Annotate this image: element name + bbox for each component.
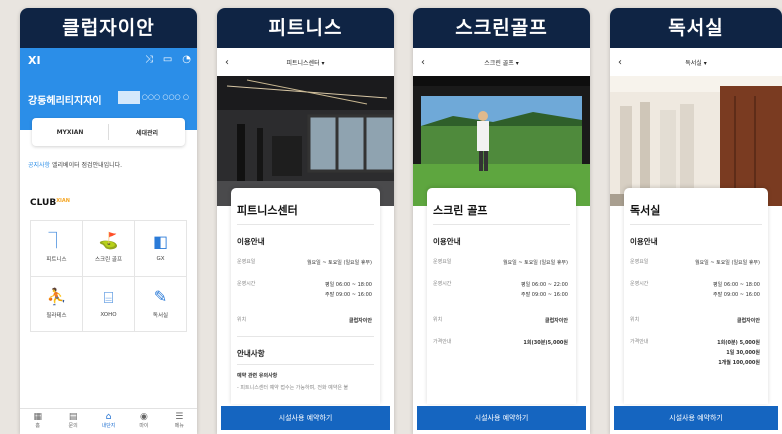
home-screen: XI ⤨ ▭ ◔ 강동헤리티지자이 ○○○ ○○○ ○ MYXIAN 세대관리 … bbox=[20, 48, 197, 434]
facility-title: 독서실 bbox=[630, 204, 661, 217]
tile-label: 독서실 bbox=[152, 312, 169, 319]
user-icon: ◉ bbox=[139, 412, 148, 422]
panel-golf: 스크린골프 ‹ 스크린 골프 ▾ 스크린 골프 이용안내 운영요일 월요일 ~ 토요… bbox=[413, 8, 590, 434]
facility-header: ‹ 독서실 ▾ bbox=[610, 48, 782, 76]
xoho-icon: ⌸ bbox=[103, 287, 114, 307]
bottom-nav: ▦ 홈 ▤ 문의 ⌂ 내단지 ◉ 마이 ☰ 메뉴 bbox=[20, 408, 197, 434]
info-row-hours: 운영시간 평일 06:00 ~ 18:00 주말 09:00 ~ 16:00 bbox=[630, 281, 760, 298]
notes-line: - 피트니스센터 예약 접수는 가능하며, 전화 예약은 불 bbox=[237, 385, 349, 391]
nav-home[interactable]: ▦ 홈 bbox=[20, 409, 55, 434]
info-row-price: 가격안내 1회(0분) 5,000원 1일 30,000원 1개월 100,000… bbox=[630, 339, 760, 366]
household-button[interactable]: 세대관리 bbox=[109, 128, 185, 137]
notice-bar[interactable]: 공지사항 엘리베이터 점검안내입니다. bbox=[28, 160, 122, 169]
facility-title: 피트니스센터 bbox=[237, 204, 298, 217]
facility-dropdown[interactable]: 독서실 ▾ bbox=[685, 58, 706, 67]
divider bbox=[630, 224, 762, 225]
reserve-button[interactable]: 시설사용 예약하기 bbox=[221, 406, 390, 430]
facility-title: 스크린 골프 bbox=[433, 204, 488, 217]
info-row-hours: 운영시간 평일 06:00 ~ 22:00 주말 09:00 ~ 16:00 bbox=[433, 281, 568, 298]
info-row-location: 위치 클럽자이안 bbox=[630, 317, 760, 324]
reserve-button[interactable]: 시설사용 예약하기 bbox=[417, 406, 586, 430]
facility-dropdown[interactable]: 스크린 골프 ▾ bbox=[484, 58, 518, 67]
info-title: 이용안내 bbox=[433, 237, 461, 246]
facility-header: ‹ 스크린 골프 ▾ bbox=[413, 48, 590, 76]
nav-inquiry[interactable]: ▤ 문의 bbox=[55, 409, 90, 434]
panel-reading-room: 독서실 ‹ 독서실 ▾ 독서실 이용안내 운영요일 월요일 ~ 토요일 (일요일 휴… bbox=[610, 8, 782, 434]
info-row-location: 위치 클럽자이안 bbox=[433, 317, 568, 324]
info-row-days: 운영요일 월요일 ~ 토요일 (일요일 휴무) bbox=[433, 259, 568, 266]
pilates-icon: ⛹ bbox=[46, 286, 67, 306]
menu-icon: ☰ bbox=[175, 412, 184, 422]
facility-sheet: 독서실 이용안내 운영요일 월요일 ~ 토요일 (일요일 휴무) 운영시간 평일 0… bbox=[624, 188, 768, 404]
divider bbox=[433, 224, 570, 225]
golf-icon: ⛳ bbox=[98, 231, 119, 251]
tile-golf[interactable]: ⛳ 스크린 골프 bbox=[83, 221, 135, 277]
info-row-days: 운영요일 월요일 ~ 토요일 (일요일 휴무) bbox=[237, 259, 372, 266]
club-badge: XIAN bbox=[56, 198, 70, 204]
home-grid-icon: ▦ bbox=[33, 412, 42, 422]
notes-title: 안내사항 bbox=[237, 349, 265, 358]
panel-caption-reading-room: 독서실 bbox=[610, 8, 782, 48]
nav-menu[interactable]: ☰ 메뉴 bbox=[162, 409, 197, 434]
notice-text: 엘리베이터 점검안내입니다. bbox=[52, 162, 123, 169]
site-name[interactable]: 강동헤리티지자이 bbox=[28, 92, 102, 107]
notes-sub: 예약 관련 유의사항 bbox=[237, 373, 278, 379]
divider bbox=[237, 224, 374, 225]
golf-photo bbox=[413, 76, 590, 206]
nav-my-complex[interactable]: ⌂ 내단지 bbox=[91, 409, 126, 434]
fitness-photo bbox=[217, 76, 394, 206]
club-title: CLUBXIAN bbox=[30, 198, 70, 208]
tile-label: 필라테스 bbox=[46, 312, 67, 319]
reading-room-icon: ✎ bbox=[153, 286, 168, 306]
tile-fitness[interactable]: ⏋ 피트니스 bbox=[31, 221, 83, 277]
site-highlight bbox=[118, 91, 140, 104]
info-row-location: 위치 클럽자이안 bbox=[237, 317, 372, 324]
nav-my[interactable]: ◉ 마이 bbox=[126, 409, 161, 434]
back-icon[interactable]: ‹ bbox=[618, 57, 622, 68]
inquiry-icon: ▤ bbox=[68, 412, 78, 422]
app-logo: XI bbox=[28, 54, 41, 67]
tile-pilates[interactable]: ⛹ 필라테스 bbox=[31, 276, 83, 332]
share-icon[interactable]: ⤨ bbox=[145, 54, 153, 65]
tile-label: GX bbox=[156, 256, 165, 263]
reserve-button[interactable]: 시설사용 예약하기 bbox=[614, 406, 778, 430]
tile-reading-room[interactable]: ✎ 독서실 bbox=[135, 276, 187, 332]
info-title: 이용안내 bbox=[237, 237, 265, 246]
gx-icon: ◧ bbox=[152, 232, 169, 252]
myxian-button[interactable]: MYXIAN bbox=[32, 129, 108, 136]
panel-caption-home: 클럽자이안 bbox=[20, 8, 197, 48]
notice-label: 공지사항 bbox=[28, 162, 51, 169]
panel-caption-golf: 스크린골프 bbox=[413, 8, 590, 48]
info-title: 이용안내 bbox=[630, 237, 658, 246]
tile-gx[interactable]: ◧ GX bbox=[135, 221, 187, 277]
facility-sheet: 피트니스센터 이용안내 운영요일 월요일 ~ 토요일 (일요일 휴무) 운영시간 평… bbox=[231, 188, 380, 404]
house-icon: ⌂ bbox=[105, 412, 112, 422]
fitness-icon: ⏋ bbox=[48, 231, 65, 251]
facility-dropdown[interactable]: 피트니스센터 ▾ bbox=[286, 58, 324, 67]
back-icon[interactable]: ‹ bbox=[225, 57, 229, 68]
panel-fitness: 피트니스 ‹ 피트니스센터 ▾ 피트니스센터 이용안내 운영요일 월요일 ~ 토… bbox=[217, 8, 394, 434]
facility-sheet: 스크린 골프 이용안내 운영요일 월요일 ~ 토요일 (일요일 휴무) 운영시간 평… bbox=[427, 188, 576, 404]
facility-grid: ⏋ 피트니스 ⛳ 스크린 골프 ◧ GX ⛹ 필라테스 ⌸ XOHO ✎ 독서실 bbox=[30, 220, 187, 332]
site-code: ○○○ ○○○ ○ bbox=[141, 93, 189, 101]
calendar-icon[interactable]: ▭ bbox=[163, 54, 172, 65]
home-card: MYXIAN 세대관리 bbox=[32, 118, 185, 146]
tile-label: 피트니스 bbox=[46, 257, 67, 264]
panel-caption-fitness: 피트니스 bbox=[217, 8, 394, 48]
tile-label: XOHO bbox=[100, 311, 117, 318]
reading-room-photo bbox=[610, 76, 782, 206]
divider bbox=[237, 336, 374, 337]
bell-icon[interactable]: ◔ bbox=[182, 54, 191, 65]
info-row-hours: 운영시간 평일 06:00 ~ 18:00 주말 09:00 ~ 16:00 bbox=[237, 281, 372, 298]
tile-xoho[interactable]: ⌸ XOHO bbox=[83, 276, 135, 332]
panel-home: 클럽자이안 XI ⤨ ▭ ◔ 강동헤리티지자이 ○○○ ○○○ ○ MYXIAN… bbox=[20, 8, 197, 434]
back-icon[interactable]: ‹ bbox=[421, 57, 425, 68]
info-row-price: 가격안내 1회(30분)5,000원 bbox=[433, 339, 568, 346]
facility-header: ‹ 피트니스센터 ▾ bbox=[217, 48, 394, 76]
divider bbox=[237, 364, 374, 365]
tile-label: 스크린 골프 bbox=[94, 257, 123, 264]
info-row-days: 운영요일 월요일 ~ 토요일 (일요일 휴무) bbox=[630, 259, 760, 266]
